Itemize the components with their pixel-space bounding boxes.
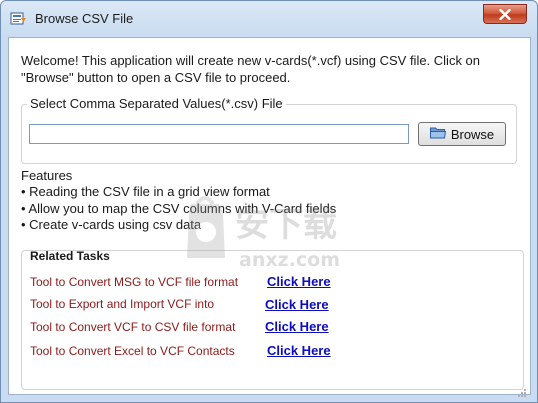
task-label-excel-to-vcf: Tool to Convert Excel to VCF Contacts <box>30 344 235 358</box>
browse-button-label: Browse <box>450 126 495 142</box>
close-icon <box>499 8 511 20</box>
title-bar[interactable]: Browse CSV File <box>1 1 537 35</box>
features-heading: Features <box>21 168 73 183</box>
client-area: Welcome! This application will create ne… <box>8 37 531 397</box>
welcome-message: Welcome! This application will create ne… <box>21 53 481 85</box>
watermark-cn-text: 安下载 <box>235 205 337 245</box>
related-tasks-heading: Related Tasks <box>30 249 110 263</box>
task-label-vcf-to-csv: Tool to Convert VCF to CSV file format <box>30 320 236 334</box>
resize-grip-icon[interactable] <box>517 385 527 397</box>
task-label-export-import-vcf: Tool to Export and Import VCF into <box>30 297 215 311</box>
task-link-vcf-to-csv[interactable]: Click Here <box>265 319 329 334</box>
watermark-en-text: anxz.com <box>239 249 340 271</box>
watermark: 安下载 anxz.com <box>187 196 340 271</box>
folder-icon <box>429 126 446 142</box>
task-link-excel-to-vcf[interactable]: Click Here <box>267 343 331 358</box>
task-link-export-import-vcf[interactable]: Click Here <box>265 297 329 312</box>
window-title: Browse CSV File <box>35 11 134 26</box>
close-button[interactable] <box>483 4 527 24</box>
browse-button[interactable]: Browse <box>418 122 506 146</box>
browse-csv-window: Browse CSV File Welcome! This applicatio… <box>0 0 538 403</box>
app-icon <box>10 11 27 26</box>
file-select-label: Select Comma Separated Values(*.csv) Fil… <box>27 96 286 111</box>
csv-file-path-input[interactable] <box>29 124 409 144</box>
